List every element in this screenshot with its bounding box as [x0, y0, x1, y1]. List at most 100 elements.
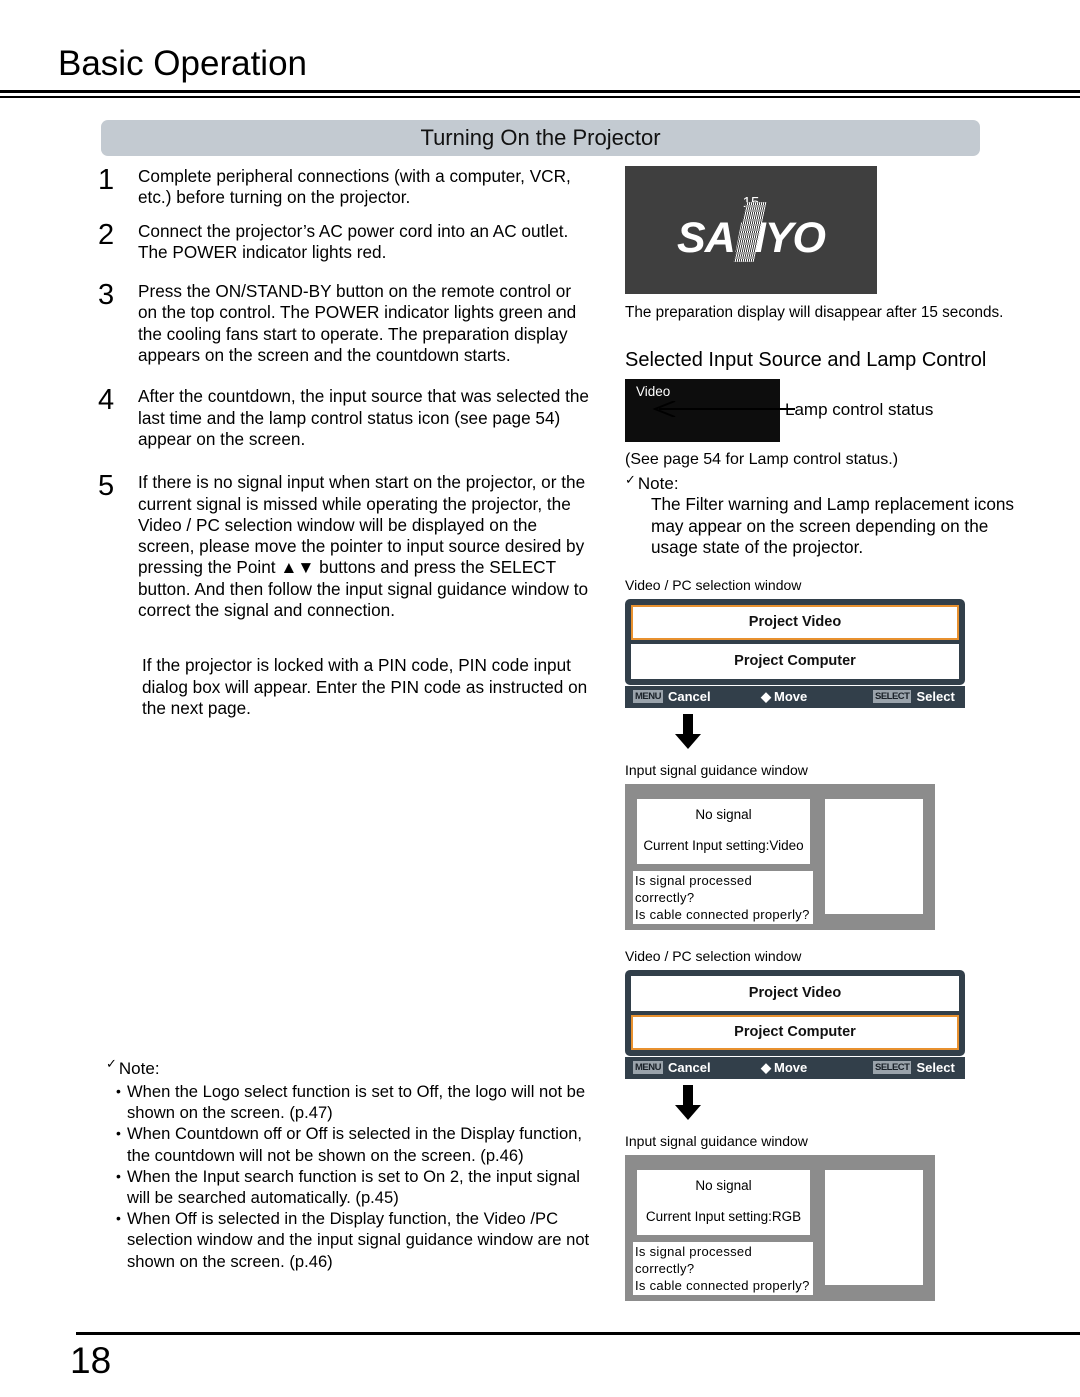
up-down-arrow-icon: ◆	[761, 1060, 771, 1075]
bullet-icon: •	[116, 1125, 121, 1142]
logo-part-n: N	[734, 214, 766, 262]
step-item: 2 Connect the projector’s AC power cord …	[94, 220, 589, 264]
sanyo-logo: SANYO	[625, 214, 877, 263]
bullet-icon: •	[116, 1210, 121, 1227]
note-list-item: • When Off is selected in the Display fu…	[106, 1208, 596, 1272]
note-list: • When the Logo select function is set t…	[106, 1081, 596, 1272]
see-page-note: (See page 54 for Lamp control status.)	[625, 451, 899, 468]
selection-window-caption: Video / PC selection window	[625, 576, 802, 593]
callout-arrow-icon	[652, 401, 795, 417]
arrow-down-icon	[675, 1084, 701, 1120]
select-label: Select	[916, 689, 955, 704]
arrow-down-icon	[675, 713, 701, 749]
move-label: Move	[774, 689, 808, 704]
up-down-arrow-icon: ◆	[761, 689, 771, 704]
pin-code-paragraph: If the projector is locked with a PIN co…	[142, 655, 588, 718]
input-source-label: Video	[636, 384, 671, 399]
header-rule-thin	[0, 96, 1080, 98]
move-label: Move	[774, 1060, 808, 1075]
guidance-question-panel: Is signal processed correctly? Is cable …	[633, 870, 813, 924]
note-item-text: When the Input search function is set to…	[127, 1166, 580, 1208]
lamp-control-status-label: Lamp control status	[785, 400, 934, 419]
question-signal: Is signal processed correctly?	[635, 1243, 752, 1276]
note-list-item: • When Countdown off or Off is selected …	[106, 1123, 596, 1165]
step-item: 3 Press the ON/STAND-BY button on the re…	[94, 281, 589, 366]
select-label: Select	[916, 1060, 955, 1075]
header-rule-thick	[0, 90, 1080, 93]
guidance-main-panel: No signal Current Input setting:RGB	[637, 1169, 810, 1235]
question-cable: Is cable connected properly?	[635, 906, 810, 922]
check-icon: ✓	[625, 472, 636, 487]
select-key-icon: SELECT	[873, 690, 912, 703]
hint-move[interactable]: ◆ Move	[761, 1060, 873, 1075]
left-note-block: ✓ Note: • When the Logo select function …	[106, 1056, 596, 1272]
select-key-icon: SELECT	[873, 1061, 912, 1074]
current-input-text: Current Input setting:RGB	[645, 1208, 802, 1224]
no-signal-text: No signal	[695, 806, 752, 822]
note-heading: Note:	[118, 1059, 160, 1078]
option-project-video[interactable]: Project Video	[631, 604, 959, 640]
note-item-text: When the Logo select function is set to …	[127, 1082, 586, 1123]
step-number: 5	[98, 470, 115, 503]
note-item-text: When Countdown off or Off is selected in…	[127, 1124, 583, 1165]
logo-part-b: YO	[764, 214, 826, 262]
menu-key-icon: MENU	[633, 1061, 663, 1074]
guidance-window-caption: Input signal guidance window	[625, 761, 808, 778]
video-pc-selection-window-1[interactable]: Project Video Project Computer MENU Canc…	[625, 598, 965, 708]
document-page: Basic Operation Turning On the Projector…	[0, 0, 1080, 1397]
hint-move[interactable]: ◆ Move	[761, 689, 873, 704]
page-number: 18	[70, 1340, 112, 1381]
osd-hint-bar: MENU Cancel ◆ Move SELECT Select	[625, 685, 965, 708]
guidance-side-panel	[825, 798, 923, 914]
note-list-item: • When the Input search function is set …	[106, 1166, 596, 1208]
step-number: 3	[98, 279, 115, 312]
logo-part-a: SA	[677, 214, 736, 262]
hint-cancel[interactable]: MENU Cancel	[633, 1060, 761, 1075]
osd-hint-bar: MENU Cancel ◆ Move SELECT Select	[625, 1056, 965, 1079]
hint-select[interactable]: SELECT Select	[873, 689, 965, 704]
guidance-side-panel	[825, 1169, 923, 1285]
note-item-text: When Off is selected in the Display func…	[127, 1209, 590, 1271]
cancel-label: Cancel	[667, 1060, 711, 1075]
osd-options: Project Video Project Computer	[625, 598, 965, 685]
section-title: Turning On the Projector	[420, 125, 661, 150]
note-list-item: • When the Logo select function is set t…	[106, 1081, 596, 1123]
step-item: 1 Complete peripheral connections (with …	[94, 166, 589, 209]
hint-select[interactable]: SELECT Select	[873, 1060, 965, 1075]
selection-window-caption: Video / PC selection window	[625, 947, 802, 964]
hint-cancel[interactable]: MENU Cancel	[633, 689, 761, 704]
check-icon: ✓	[106, 1056, 117, 1071]
guidance-window-caption: Input signal guidance window	[625, 1132, 808, 1149]
bullet-icon: •	[116, 1167, 121, 1184]
option-project-computer[interactable]: Project Computer	[631, 643, 959, 679]
step-number: 4	[98, 384, 115, 417]
video-pc-selection-window-2[interactable]: Project Video Project Computer MENU Canc…	[625, 969, 965, 1079]
menu-key-icon: MENU	[633, 690, 663, 703]
right-note-block: ✓ Note: The Filter warning and Lamp repl…	[625, 472, 1020, 559]
guidance-main-panel: No signal Current Input setting:Video	[637, 798, 810, 864]
footer-rule	[76, 1332, 1080, 1335]
question-signal: Is signal processed correctly?	[635, 872, 752, 905]
cancel-label: Cancel	[667, 689, 711, 704]
current-input-text: Current Input setting:Video	[643, 837, 804, 853]
no-signal-text: No signal	[695, 1177, 752, 1193]
note-body-text: The Filter warning and Lamp replacement …	[651, 494, 1015, 557]
guidance-question-panel: Is signal processed correctly? Is cable …	[633, 1241, 813, 1295]
bullet-icon: •	[116, 1083, 121, 1099]
preparation-display-caption: The preparation display will disappear a…	[625, 304, 1004, 321]
lamp-control-figure: Video Lamp control status	[625, 379, 1020, 442]
osd-options: Project Video Project Computer	[625, 969, 965, 1056]
input-signal-guidance-window-2: No signal Current Input setting:RGB Is s…	[625, 1154, 935, 1301]
step-text: Press the ON/STAND-BY button on the remo…	[138, 281, 577, 366]
lamp-section-heading: Selected Input Source and Lamp Control	[625, 349, 987, 371]
section-banner: Turning On the Projector	[101, 120, 980, 156]
step-text: After the countdown, the input source th…	[138, 386, 589, 449]
left-column: 1 Complete peripheral connections (with …	[94, 166, 589, 719]
step-text: Connect the projector’s AC power cord in…	[138, 220, 569, 262]
option-project-computer[interactable]: Project Computer	[631, 1014, 959, 1050]
countdown-number: 15	[742, 194, 760, 211]
preparation-display-figure: 15 SANYO	[625, 166, 877, 294]
step-text: Complete peripheral connections (with a …	[138, 166, 571, 208]
option-project-video[interactable]: Project Video	[631, 975, 959, 1011]
